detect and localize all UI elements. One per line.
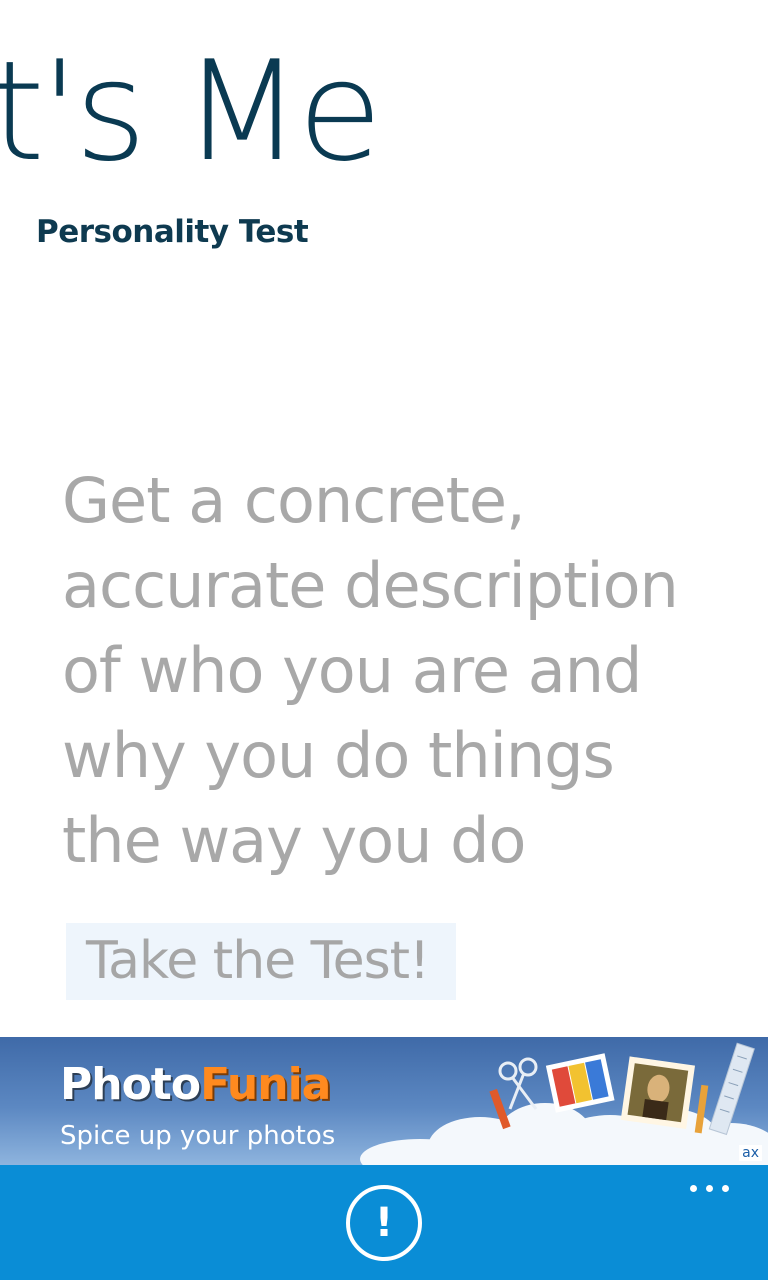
description-line: of who you are and — [62, 634, 642, 707]
app-title-text: It's Me — [0, 32, 382, 192]
ad-brand-logo: PhotoFunia — [60, 1059, 331, 1110]
page-subtitle: Personality Test — [36, 214, 309, 250]
take-test-button-label: Take the Test! — [86, 931, 430, 991]
ad-badge: ax — [739, 1145, 762, 1161]
description-line: accurate description — [62, 549, 679, 622]
ellipsis-icon[interactable] — [684, 1177, 736, 1201]
description-text: Get a concrete, accurate description of … — [62, 458, 722, 883]
description-line: why you do things — [62, 719, 615, 792]
photo-collage-icon — [489, 1042, 755, 1136]
take-test-button[interactable]: Take the Test! — [66, 923, 456, 1000]
app-title: It's Me — [0, 32, 768, 192]
exclamation-glyph: ! — [374, 1200, 394, 1246]
app-bar: ! — [0, 1165, 768, 1280]
ad-banner[interactable]: PhotoFunia Spice up your photos ax — [0, 1037, 768, 1165]
description-line: Get a concrete, — [62, 464, 526, 537]
exclamation-circle-icon[interactable]: ! — [346, 1185, 422, 1261]
ad-tagline: Spice up your photos — [60, 1121, 336, 1151]
description-line: the way you do — [62, 804, 526, 877]
